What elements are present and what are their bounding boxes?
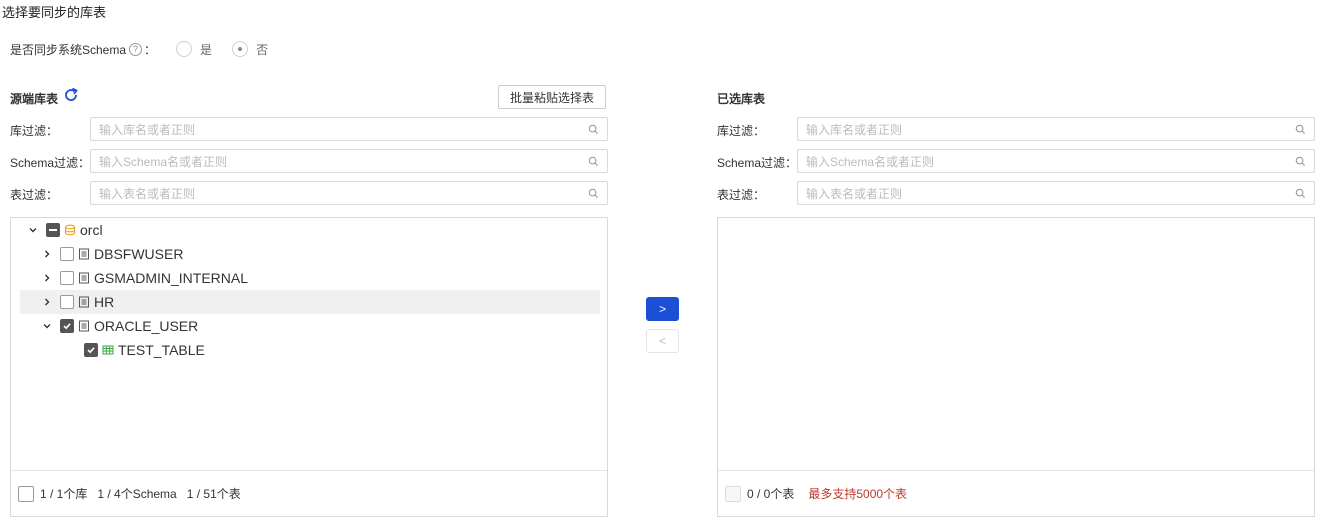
chevron-down-icon[interactable] bbox=[40, 319, 54, 333]
database-icon bbox=[63, 223, 77, 237]
schema-icon bbox=[77, 271, 91, 285]
tree-checkbox[interactable] bbox=[60, 319, 74, 333]
source-footer: 1 / 1个库 1 / 4个Schema 1 / 51个表 bbox=[11, 470, 607, 516]
search-icon bbox=[1295, 188, 1306, 198]
tree-checkbox[interactable] bbox=[84, 343, 98, 357]
tree-checkbox[interactable] bbox=[60, 295, 74, 309]
search-icon bbox=[1295, 124, 1306, 134]
tree-node-table[interactable]: TEST_TABLE bbox=[20, 338, 600, 362]
source-schema-filter-placeholder: 输入Schema名或者正则 bbox=[99, 154, 228, 169]
tree-checkbox[interactable] bbox=[60, 271, 74, 285]
table-icon bbox=[101, 343, 115, 357]
source-schema-filter-input[interactable]: 输入Schema名或者正则 bbox=[90, 149, 608, 173]
target-table-filter-input[interactable]: 输入表名或者正则 bbox=[797, 181, 1315, 205]
tree-node-schema[interactable]: HR bbox=[20, 290, 600, 314]
sync-schema-colon: ： bbox=[144, 42, 157, 57]
source-db-filter-label: 库过滤： bbox=[10, 124, 59, 138]
source-table-filter-input[interactable]: 输入表名或者正则 bbox=[90, 181, 608, 205]
tree-node-schema[interactable]: DBSFWUSER bbox=[20, 242, 600, 266]
radio-yes[interactable]: 是 bbox=[176, 41, 212, 58]
target-schema-filter-input[interactable]: 输入Schema名或者正则 bbox=[797, 149, 1315, 173]
search-icon bbox=[1295, 156, 1306, 166]
radio-yes-circle[interactable] bbox=[176, 41, 193, 57]
tree-node-label: HR bbox=[94, 294, 115, 310]
db-count: 1 / 1个库 bbox=[40, 487, 88, 501]
page-title: 选择要同步的库表 bbox=[2, 5, 107, 20]
table-count: 1 / 51个表 bbox=[186, 487, 241, 501]
search-icon bbox=[588, 156, 599, 166]
radio-yes-label: 是 bbox=[200, 42, 213, 57]
schema-icon bbox=[77, 295, 91, 309]
target-db-filter-label: 库过滤： bbox=[717, 124, 766, 138]
tree-checkbox[interactable] bbox=[46, 223, 60, 237]
target-tree-box: 0 / 0个表 最多支持5000个表 bbox=[717, 217, 1315, 517]
target-footer: 0 / 0个表 最多支持5000个表 bbox=[718, 470, 1314, 516]
limit-warning: 最多支持5000个表 bbox=[808, 487, 908, 501]
target-schema-filter-label: Schema过滤： bbox=[717, 156, 798, 170]
source-panel-title: 源端库表 bbox=[10, 92, 59, 106]
target-db-filter-input[interactable]: 输入库名或者正则 bbox=[797, 117, 1315, 141]
radio-no-label: 否 bbox=[256, 42, 269, 57]
schema-icon bbox=[77, 319, 91, 333]
chevron-right-icon[interactable] bbox=[40, 247, 54, 261]
radio-no[interactable]: 否 bbox=[232, 41, 268, 58]
target-schema-filter-placeholder: 输入Schema名或者正则 bbox=[806, 154, 935, 169]
remove-from-selected-button[interactable]: < bbox=[646, 329, 679, 353]
target-table-filter-placeholder: 输入表名或者正则 bbox=[806, 186, 903, 201]
add-to-selected-button[interactable]: > bbox=[646, 297, 679, 321]
target-table-filter-label: 表过滤： bbox=[717, 188, 766, 202]
tree-node-label: ORACLE_USER bbox=[94, 318, 199, 334]
schema-count: 1 / 4个Schema bbox=[97, 487, 177, 501]
refresh-icon[interactable] bbox=[63, 87, 79, 103]
tree-node-label: TEST_TABLE bbox=[118, 342, 205, 358]
search-icon bbox=[588, 124, 599, 134]
radio-no-circle[interactable] bbox=[232, 41, 249, 57]
schema-icon bbox=[77, 247, 91, 261]
source-table-filter-placeholder: 输入表名或者正则 bbox=[99, 186, 196, 201]
tree-node-schema[interactable]: ORACLE_USER bbox=[20, 314, 600, 338]
tree-node-schema[interactable]: GSMADMIN_INTERNAL bbox=[20, 266, 600, 290]
select-all-checkbox[interactable] bbox=[725, 485, 741, 502]
target-panel-title: 已选库表 bbox=[717, 92, 766, 106]
tree-node-orcl[interactable]: orcl bbox=[20, 218, 600, 242]
sync-schema-label: 是否同步系统Schema bbox=[10, 42, 127, 57]
source-db-filter-input[interactable]: 输入库名或者正则 bbox=[90, 117, 608, 141]
selected-table-count: 0 / 0个表 bbox=[747, 487, 795, 501]
tree-node-label: GSMADMIN_INTERNAL bbox=[94, 270, 249, 286]
source-tree-box: orcl DBSFWUSER GSMADMIN_INTERNAL HR ORAC… bbox=[10, 217, 608, 517]
batch-paste-button[interactable]: 批量粘贴选择表 bbox=[498, 85, 607, 109]
chevron-right-icon[interactable] bbox=[40, 295, 54, 309]
select-all-checkbox[interactable] bbox=[18, 485, 34, 502]
tree-node-label: DBSFWUSER bbox=[94, 246, 184, 262]
chevron-down-icon[interactable] bbox=[26, 223, 40, 237]
target-db-filter-placeholder: 输入库名或者正则 bbox=[806, 122, 903, 137]
source-db-filter-placeholder: 输入库名或者正则 bbox=[99, 122, 196, 137]
source-schema-filter-label: Schema过滤： bbox=[10, 156, 91, 170]
tree-node-label: orcl bbox=[80, 222, 103, 238]
sync-schema-row: 是否同步系统Schema ? ： 是 否 bbox=[10, 41, 268, 57]
search-icon bbox=[588, 188, 599, 198]
tree-checkbox[interactable] bbox=[60, 247, 74, 261]
help-icon[interactable]: ? bbox=[129, 42, 143, 56]
chevron-right-icon[interactable] bbox=[40, 271, 54, 285]
source-table-filter-label: 表过滤： bbox=[10, 188, 59, 202]
